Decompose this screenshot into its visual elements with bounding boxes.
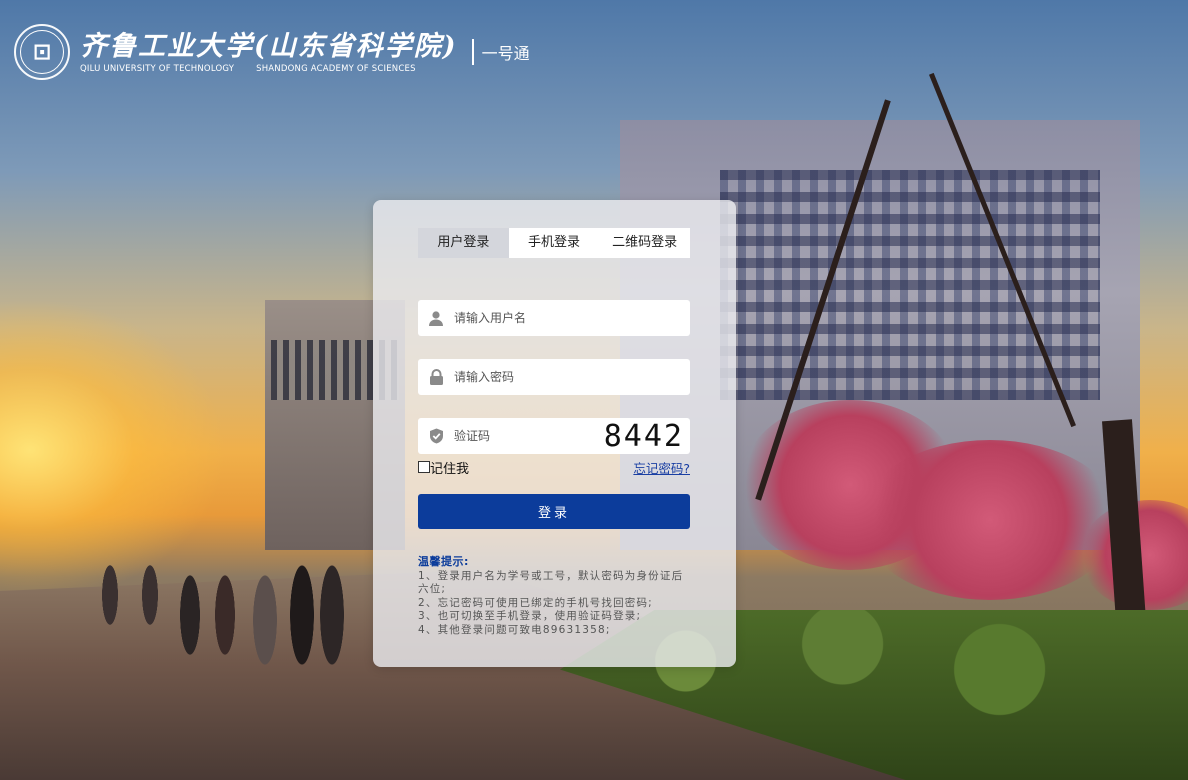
tips-title: 温馨提示:	[418, 555, 469, 568]
login-button[interactable]: 登录	[418, 494, 690, 529]
lock-icon	[418, 369, 454, 385]
university-name-cn: 齐鲁工业大学(山东省科学院)	[80, 31, 458, 62]
username-field[interactable]	[418, 300, 690, 336]
university-emblem: ⊡	[14, 24, 70, 80]
tab-user-login[interactable]: 用户登录	[418, 228, 509, 258]
remember-me-checkbox[interactable]: 记住我	[418, 458, 469, 477]
user-icon	[418, 310, 454, 326]
emblem-icon: ⊡	[20, 30, 64, 74]
portal-name: 一号通	[481, 44, 530, 63]
tab-phone-login[interactable]: 手机登录	[509, 228, 600, 258]
checkbox-icon[interactable]	[418, 461, 430, 473]
tip-line: 4、其他登录问题可致电89631358;	[418, 623, 611, 636]
username-input[interactable]	[454, 311, 690, 325]
login-tips: 温馨提示: 1、登录用户名为学号或工号，默认密码为身份证后六位; 2、忘记密码可…	[418, 555, 686, 637]
site-header: ⊡ 齐鲁工业大学(山东省科学院) QILU UNIVERSITY OF TECH…	[14, 20, 530, 84]
academy-name-en: SHANDONG ACADEMY OF SCIENCES	[256, 64, 416, 74]
tip-line: 1、登录用户名为学号或工号，默认密码为身份证后六位;	[418, 569, 684, 596]
login-tabs: 用户登录 手机登录 二维码登录	[418, 228, 690, 258]
captcha-image[interactable]: 8442	[604, 419, 690, 454]
password-field[interactable]	[418, 359, 690, 395]
shield-icon	[418, 428, 454, 444]
university-name: 齐鲁工业大学(山东省科学院) QILU UNIVERSITY OF TECHNO…	[80, 30, 458, 74]
login-card: 用户登录 手机登录 二维码登录 8442 记住我 忘记密码? 登录 温馨提示: …	[373, 200, 736, 667]
tip-line: 3、也可切换至手机登录，使用验证码登录;	[418, 610, 642, 622]
forgot-password-link[interactable]: 忘记密码?	[633, 458, 690, 477]
captcha-input[interactable]	[454, 429, 604, 443]
header-divider	[471, 39, 474, 65]
captcha-field[interactable]: 8442	[418, 418, 690, 454]
tab-qrcode-login[interactable]: 二维码登录	[599, 228, 690, 258]
remember-me-label: 记住我	[430, 461, 470, 477]
university-name-en: QILU UNIVERSITY OF TECHNOLOGY	[80, 64, 235, 74]
password-input[interactable]	[454, 370, 690, 384]
tip-line: 2、忘记密码可使用已绑定的手机号找回密码;	[418, 596, 653, 609]
